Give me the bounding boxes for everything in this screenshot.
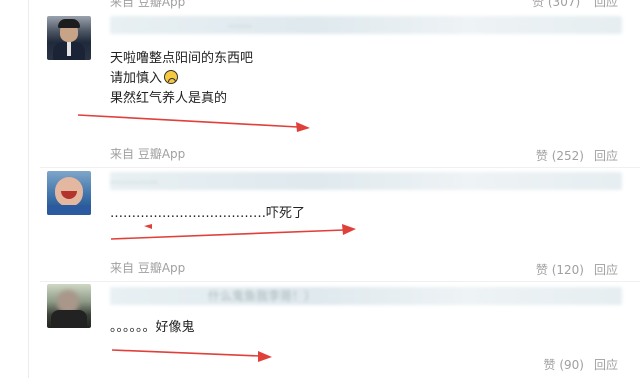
username-blurred[interactable]: …………	[110, 172, 622, 190]
comment-line: 天啦噜整点阳间的东西吧	[110, 51, 254, 66]
comment-line-with-emoji: 请加慎入	[110, 69, 253, 89]
comment-line: 。。。。。。好像鬼	[110, 320, 195, 335]
top-cut-actions: 赞 (307) 回应	[532, 0, 618, 10]
comment-meta: 来自 豆瓣App	[110, 259, 185, 276]
comment-line: 果然红气养人是真的	[110, 91, 228, 106]
comment-meta: 来自 豆瓣App	[110, 145, 185, 162]
reply-button[interactable]: 回应	[594, 0, 618, 9]
like-button[interactable]: 赞 (120)	[536, 263, 584, 277]
reply-button[interactable]: 回应	[594, 149, 618, 163]
avatar[interactable]	[47, 16, 91, 60]
like-button[interactable]: 赞 (90)	[544, 358, 584, 372]
source-label: 来自 豆瓣App	[110, 261, 186, 275]
left-border	[28, 0, 29, 378]
divider	[40, 281, 640, 282]
comment-actions: 赞 (90) 回应	[534, 356, 618, 373]
top-cut-meta: 来自 豆瓣App	[110, 0, 185, 10]
avatar[interactable]	[47, 284, 91, 328]
reply-button[interactable]: 回应	[594, 358, 618, 372]
comment-line: ………………………………吓死了	[110, 206, 306, 221]
source-label: 来自 豆瓣App	[110, 147, 186, 161]
red-arrow-annotation	[111, 349, 272, 362]
upside-down-face-emoji-icon	[164, 70, 179, 84]
reply-button[interactable]: 回应	[594, 263, 618, 277]
like-button[interactable]: 赞 (307)	[532, 0, 580, 9]
red-arrow-annotation	[110, 224, 356, 240]
source-label: 来自 豆瓣App	[110, 0, 186, 9]
like-button[interactable]: 赞 (252)	[536, 149, 584, 163]
red-arrow-annotation	[77, 114, 310, 132]
comment-actions: 赞 (120) 回应	[526, 261, 618, 278]
username-blurred[interactable]: ……	[110, 16, 622, 34]
comment-actions: 赞 (252) 回应	[526, 147, 618, 164]
comment-body: 。。。。。。好像鬼	[110, 318, 195, 338]
avatar[interactable]	[47, 171, 91, 215]
comment-body: 天啦噜整点阳间的东西吧 请加慎入 果然红气养人是真的	[110, 49, 253, 109]
comment-body: ………………………………吓死了	[110, 204, 305, 224]
username-blurred[interactable]: 什么鬼鱼我李哥！）	[110, 287, 622, 305]
divider	[40, 167, 640, 168]
